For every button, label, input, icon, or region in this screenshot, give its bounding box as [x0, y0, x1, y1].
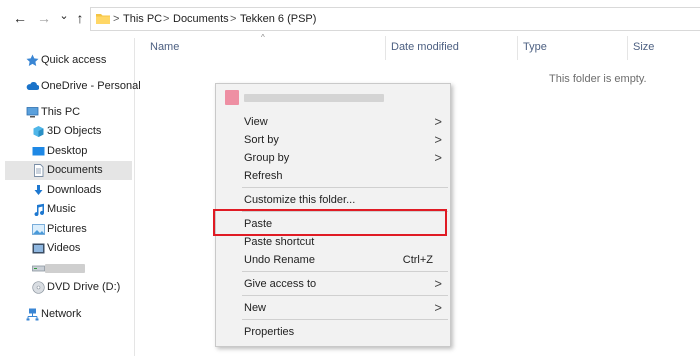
address-toolbar: ← → ⌄ ↑ > This PC > Documents > Tekken 6…: [0, 0, 700, 38]
sidebar-item-documents[interactable]: Documents: [5, 161, 132, 180]
sidebar-item-label: OneDrive - Personal: [41, 80, 141, 92]
breadcrumb-item-this-pc[interactable]: This PC: [123, 13, 162, 25]
menu-item-customize-folder[interactable]: Customize this folder...: [216, 191, 450, 209]
menu-item-properties[interactable]: Properties: [216, 323, 450, 341]
navigation-pane: Quick access OneDrive - Personal This PC…: [0, 38, 141, 356]
chevron-right-icon: >: [434, 276, 442, 291]
menu-item-view[interactable]: View >: [216, 113, 450, 131]
sidebar-item-label: Music: [47, 203, 76, 215]
breadcrumb-separator[interactable]: >: [230, 13, 236, 25]
sidebar-item-downloads[interactable]: Downloads: [5, 181, 132, 200]
column-header-type[interactable]: Type: [523, 41, 547, 53]
sort-indicator-icon: ^: [261, 33, 265, 42]
menu-item-shortcut: Ctrl+Z: [402, 254, 433, 266]
network-icon: [26, 308, 39, 321]
menu-item-label: Properties: [244, 326, 295, 338]
column-divider[interactable]: [517, 36, 518, 60]
sidebar-item-quick-access[interactable]: Quick access: [5, 51, 132, 70]
menu-item-new[interactable]: New >: [216, 299, 450, 317]
cube-icon: [33, 126, 44, 137]
chevron-right-icon: >: [434, 150, 442, 165]
arrow-left-icon[interactable]: ←: [12, 9, 28, 27]
sidebar-item-pictures[interactable]: Pictures: [5, 220, 132, 239]
chevron-right-icon: >: [434, 300, 442, 315]
cloud-icon: [26, 82, 39, 90]
computer-icon: [26, 107, 39, 118]
folder-icon: [96, 14, 110, 24]
breadcrumb-item-documents[interactable]: Documents: [173, 13, 229, 25]
sidebar-item-drive[interactable]: [5, 259, 132, 278]
arrow-up-icon[interactable]: ↑: [72, 9, 88, 27]
column-divider[interactable]: [627, 36, 628, 60]
empty-folder-message: This folder is empty.: [549, 73, 647, 85]
menu-item-group-by[interactable]: Group by >: [216, 149, 450, 167]
context-menu-header: [216, 84, 450, 112]
sidebar-item-label: Downloads: [47, 184, 102, 196]
sidebar-item-label: Pictures: [47, 223, 87, 235]
menu-separator: [242, 187, 448, 188]
sidebar-item-this-pc[interactable]: This PC: [5, 103, 132, 122]
column-header-size[interactable]: Size: [633, 41, 654, 53]
dvd-icon: [32, 281, 45, 294]
sidebar-item-videos[interactable]: Videos: [5, 239, 132, 258]
sidebar-item-onedrive[interactable]: OneDrive - Personal: [5, 77, 141, 96]
breadcrumb-separator[interactable]: >: [113, 13, 119, 25]
menu-item-label: New: [244, 302, 267, 314]
address-bar[interactable]: > This PC > Documents > Tekken 6 (PSP): [90, 7, 700, 31]
menu-item-label: Group by: [244, 152, 290, 164]
picture-icon: [32, 224, 45, 235]
redacted-header-text: [244, 94, 384, 102]
menu-item-label: Sort by: [244, 134, 279, 146]
menu-separator: [242, 271, 448, 272]
sidebar-item-label: Videos: [47, 242, 81, 254]
menu-item-label: Undo Rename: [244, 254, 315, 266]
menu-item-undo-rename[interactable]: Undo Rename Ctrl+Z: [216, 251, 450, 269]
drive-icon: [32, 265, 45, 272]
chevron-down-icon[interactable]: ⌄: [56, 7, 72, 25]
sidebar-item-label: 3D Objects: [47, 125, 102, 137]
sidebar-item-dvd-drive[interactable]: DVD Drive (D:): [5, 278, 132, 297]
chevron-right-icon: >: [434, 132, 442, 147]
menu-item-refresh[interactable]: Refresh: [216, 167, 450, 185]
sidebar-item-label: Network: [41, 308, 82, 320]
column-header-date-modified[interactable]: Date modified: [391, 41, 459, 53]
sidebar-item-3d-objects[interactable]: 3D Objects: [5, 122, 132, 141]
breadcrumb-separator[interactable]: >: [163, 13, 169, 25]
sidebar-item-label: Documents: [47, 164, 103, 176]
menu-item-give-access[interactable]: Give access to >: [216, 275, 450, 293]
document-icon: [34, 164, 44, 177]
redacted-drive-label: [45, 264, 85, 273]
star-icon: [26, 54, 39, 66]
music-icon: [34, 203, 45, 216]
menu-item-sort-by[interactable]: Sort by >: [216, 131, 450, 149]
column-header-name[interactable]: Name: [150, 41, 179, 53]
sidebar-item-label: This PC: [41, 106, 81, 118]
arrow-right-icon[interactable]: →: [36, 9, 52, 27]
menu-item-label: Refresh: [244, 170, 283, 182]
sidebar-item-label: Quick access: [41, 54, 107, 66]
paste-highlight-box: [213, 209, 447, 236]
sidebar-item-label: DVD Drive (D:): [47, 281, 121, 293]
menu-item-label: View: [244, 116, 268, 128]
sidebar-item-desktop[interactable]: Desktop: [5, 142, 132, 161]
sidebar-item-network[interactable]: Network: [5, 305, 132, 324]
menu-item-label: Customize this folder...: [244, 194, 356, 206]
menu-separator: [242, 319, 448, 320]
download-icon: [34, 185, 43, 195]
menu-separator: [242, 295, 448, 296]
column-divider[interactable]: [385, 36, 386, 60]
sidebar-item-music[interactable]: Music: [5, 200, 132, 219]
desktop-icon: [32, 147, 45, 156]
menu-item-label: Give access to: [244, 278, 317, 290]
chevron-right-icon: >: [434, 114, 442, 129]
app-icon: [225, 90, 239, 105]
video-icon: [32, 243, 45, 254]
breadcrumb-item-tekken[interactable]: Tekken 6 (PSP): [240, 13, 316, 25]
sidebar-item-label: Desktop: [47, 145, 88, 157]
